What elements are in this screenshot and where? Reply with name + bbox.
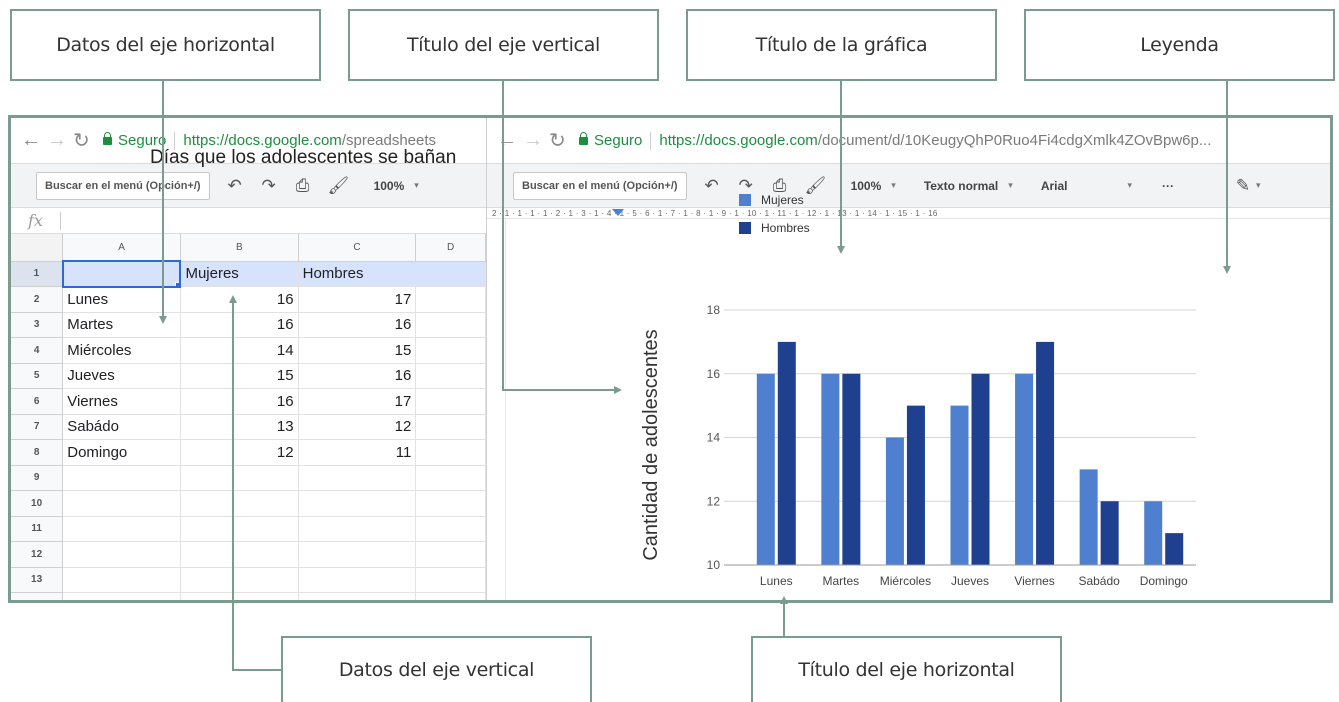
x-tick-label: Sabádo [1078, 574, 1120, 588]
y-tick-label: 18 [707, 303, 721, 317]
x-tick-label: Domingo [1140, 574, 1188, 588]
legend-item: Mujeres [739, 186, 810, 214]
bar-mujeres [1015, 373, 1034, 565]
bar-mujeres [1079, 469, 1098, 565]
bar-hombres [842, 373, 861, 565]
x-tick-label: Viernes [1014, 574, 1054, 588]
legend-swatch-mujeres [739, 194, 751, 206]
y-tick-label: 16 [707, 367, 721, 381]
y-tick-label: 14 [707, 431, 721, 445]
bar-hombres [1165, 533, 1184, 565]
legend-swatch-hombres [739, 222, 751, 234]
bar-mujeres [950, 405, 969, 565]
x-tick-label: Miércoles [880, 574, 931, 588]
y-tick-label: 12 [707, 494, 721, 508]
bar-hombres [1100, 501, 1119, 565]
legend-label: Hombres [761, 221, 810, 235]
bar-mujeres [756, 373, 775, 565]
bar-mujeres [821, 373, 840, 565]
chart-legend: Mujeres Hombres [739, 186, 810, 242]
bar-hombres [777, 341, 796, 565]
bar-mujeres [1144, 501, 1163, 565]
bar-hombres [906, 405, 925, 565]
x-tick-label: Jueves [951, 574, 989, 588]
y-tick-label: 10 [707, 558, 721, 572]
bar-hombres [971, 373, 990, 565]
legend-label: Mujeres [761, 193, 804, 207]
bar-chart: 10 12 14 16 18 Cantidad de adolescentes Lunes M… [640, 303, 1196, 588]
bar-mujeres [885, 437, 904, 565]
y-axis-title: Cantidad de adolescentes [640, 329, 662, 560]
bar-hombres [1036, 341, 1055, 565]
x-tick-label: Martes [823, 574, 860, 588]
x-tick-label: Lunes [760, 574, 793, 588]
legend-item: Hombres [739, 214, 810, 242]
